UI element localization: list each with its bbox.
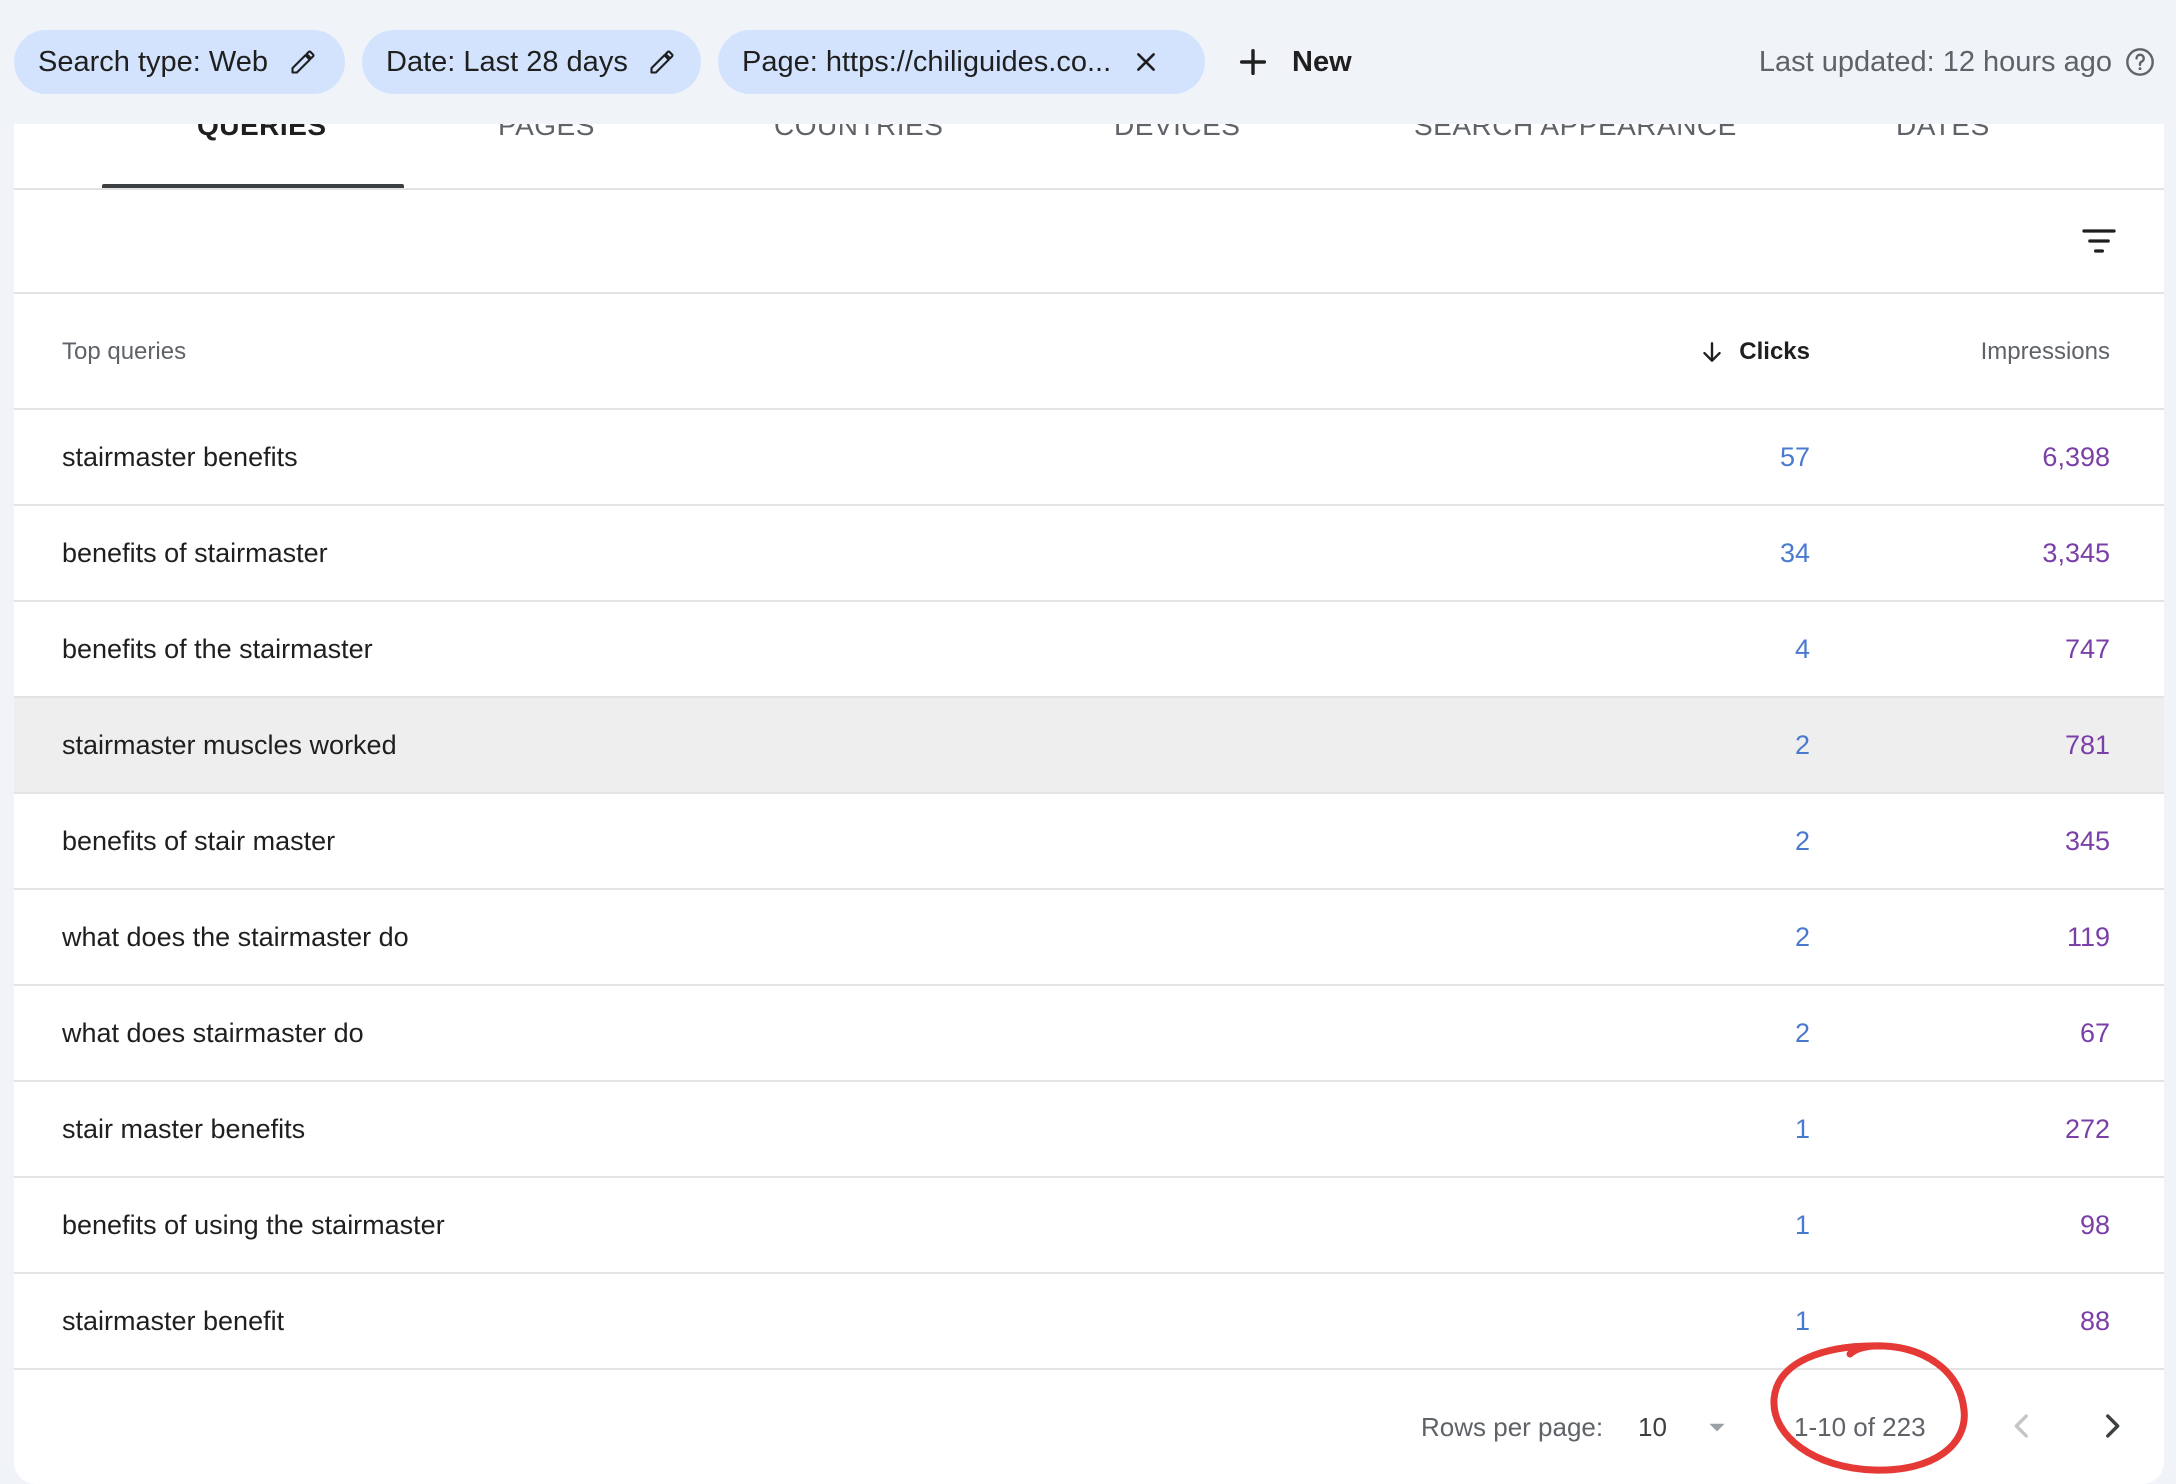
- clicks-cell: 2: [1794, 1017, 1810, 1048]
- last-updated-text: Last updated: 12 hours ago: [1758, 45, 2112, 78]
- clicks-cell: 1: [1794, 1209, 1810, 1240]
- table-row[interactable]: stairmaster muscles worked 2 781: [14, 698, 2164, 794]
- impressions-cell: 98: [2079, 1209, 2110, 1240]
- impressions-cell: 88: [2079, 1305, 2110, 1336]
- clicks-cell: 1: [1794, 1305, 1810, 1336]
- clicks-cell: 1: [1794, 1113, 1810, 1144]
- report-card: QUERIES PAGES COUNTRIES DEVICES SEARCH A…: [14, 124, 2164, 1484]
- arrow-down-icon: [1699, 339, 1725, 365]
- last-updated: Last updated: 12 hours ago: [1759, 30, 2156, 94]
- impressions-cell: 67: [2079, 1017, 2110, 1048]
- pencil-icon[interactable]: [288, 47, 318, 77]
- filter-bar: Search type: Web Date: Last 28 days Page…: [0, 0, 2176, 124]
- dimension-tabs: QUERIES PAGES COUNTRIES DEVICES SEARCH A…: [14, 124, 2164, 190]
- tab-pages[interactable]: PAGES: [498, 124, 595, 142]
- column-header-query: Top queries: [62, 338, 187, 365]
- active-tab-indicator: [102, 184, 404, 188]
- new-filter-button[interactable]: New: [1236, 30, 1352, 94]
- query-cell: benefits of stair master: [62, 825, 336, 856]
- query-cell: benefits of using the stairmaster: [62, 1209, 445, 1240]
- page-range: 1-10 of 223: [1794, 1411, 1926, 1442]
- plus-icon: [1236, 45, 1270, 79]
- chevron-left-icon[interactable]: [2002, 1406, 2042, 1446]
- impressions-cell: 747: [2064, 633, 2110, 664]
- caret-down-icon[interactable]: [1704, 1370, 1730, 1484]
- tab-queries[interactable]: QUERIES: [197, 124, 327, 142]
- query-cell: stairmaster muscles worked: [62, 729, 397, 760]
- chevron-right-icon[interactable]: [2092, 1406, 2132, 1446]
- tab-countries[interactable]: COUNTRIES: [774, 124, 943, 142]
- search-type-label: Search type: Web: [38, 45, 268, 78]
- tab-devices[interactable]: DEVICES: [1114, 124, 1240, 142]
- impressions-cell: 3,345: [2042, 537, 2110, 568]
- query-cell: benefits of the stairmaster: [62, 633, 373, 664]
- table-row[interactable]: stair master benefits 1 272: [14, 1082, 2164, 1178]
- rows-per-page-select[interactable]: 10: [1638, 1370, 1667, 1484]
- table-body: stairmaster benefits 57 6,398 benefits o…: [14, 410, 2164, 1370]
- impressions-cell: 119: [2066, 921, 2110, 952]
- impressions-cell: 345: [2064, 825, 2110, 856]
- clicks-cell: 2: [1794, 729, 1810, 760]
- query-cell: what does stairmaster do: [62, 1017, 364, 1048]
- rows-per-page-label: Rows per page:: [1421, 1411, 1604, 1442]
- page-chip[interactable]: Page: https://chiliguides.co...: [718, 30, 1205, 94]
- table-row[interactable]: what does the stairmaster do 2 119: [14, 890, 2164, 986]
- filter-icon[interactable]: [2078, 220, 2120, 262]
- table-row[interactable]: stairmaster benefit 1 88: [14, 1274, 2164, 1370]
- column-header-clicks[interactable]: Clicks: [1699, 294, 1810, 410]
- query-cell: stair master benefits: [62, 1113, 306, 1144]
- date-chip[interactable]: Date: Last 28 days: [362, 30, 701, 94]
- clicks-cell: 34: [1779, 537, 1810, 568]
- new-filter-label: New: [1292, 45, 1352, 78]
- clicks-cell: 57: [1779, 441, 1810, 472]
- impressions-cell: 781: [2064, 729, 2110, 760]
- impressions-cell: 6,398: [2042, 441, 2110, 472]
- table-row[interactable]: stairmaster benefits 57 6,398: [14, 410, 2164, 506]
- table-row[interactable]: benefits of using the stairmaster 1 98: [14, 1178, 2164, 1274]
- close-icon[interactable]: [1131, 47, 1161, 77]
- query-cell: stairmaster benefit: [62, 1305, 285, 1336]
- page-label: Page: https://chiliguides.co...: [742, 45, 1112, 78]
- table-header: Top queries Clicks Impressions: [14, 294, 2164, 410]
- tab-search-appearance[interactable]: SEARCH APPEARANCE: [1414, 124, 1737, 142]
- pagination: Rows per page: 10 1-10 of 223: [14, 1370, 2164, 1484]
- table-row[interactable]: benefits of stair master 2 345: [14, 794, 2164, 890]
- table-row[interactable]: benefits of stairmaster 34 3,345: [14, 506, 2164, 602]
- table-row[interactable]: benefits of the stairmaster 4 747: [14, 602, 2164, 698]
- date-label: Date: Last 28 days: [386, 45, 628, 78]
- search-type-chip[interactable]: Search type: Web: [14, 30, 345, 94]
- table-toolbar: [14, 190, 2164, 294]
- help-circle-icon[interactable]: [2124, 46, 2156, 78]
- impressions-cell: 272: [2064, 1113, 2110, 1144]
- column-header-clicks-label: Clicks: [1739, 338, 1810, 365]
- query-cell: benefits of stairmaster: [62, 537, 328, 568]
- column-header-impressions[interactable]: Impressions: [1981, 294, 2110, 410]
- clicks-cell: 2: [1794, 921, 1810, 952]
- clicks-cell: 2: [1794, 825, 1810, 856]
- query-cell: stairmaster benefits: [62, 441, 298, 472]
- clicks-cell: 4: [1794, 633, 1810, 664]
- query-cell: what does the stairmaster do: [62, 921, 409, 952]
- tab-dates[interactable]: DATES: [1896, 124, 1990, 142]
- table-row[interactable]: what does stairmaster do 2 67: [14, 986, 2164, 1082]
- pencil-icon[interactable]: [648, 47, 677, 77]
